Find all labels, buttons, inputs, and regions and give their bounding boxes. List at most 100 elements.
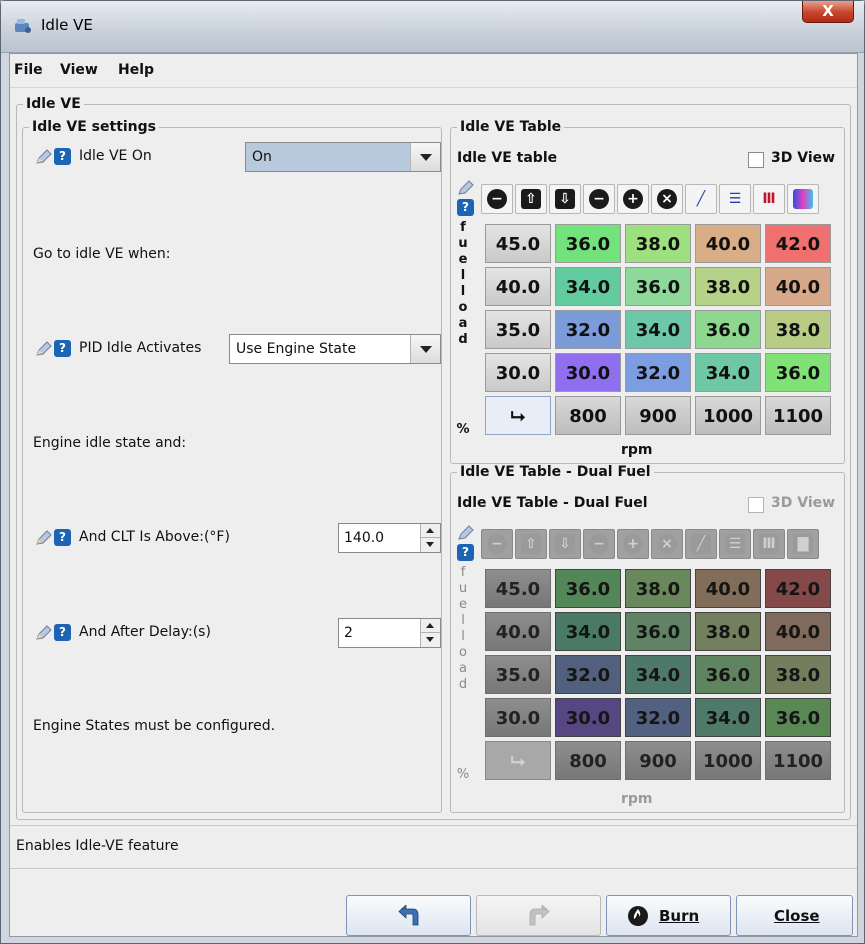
clt-value[interactable]: 140.0 bbox=[344, 530, 384, 546]
help-icon[interactable]: ? bbox=[457, 199, 474, 216]
spin-down-icon[interactable] bbox=[421, 538, 440, 552]
rows-icon[interactable]: ☰ bbox=[719, 184, 751, 214]
table-cell[interactable]: 32.0 bbox=[625, 353, 691, 392]
table-cell[interactable]: 40.0 bbox=[765, 612, 831, 651]
table2-3d-label[interactable]: 3D View bbox=[771, 495, 835, 511]
y-axis-cell[interactable]: 45.0 bbox=[485, 224, 551, 263]
gradient-icon[interactable]: ▇ bbox=[787, 529, 819, 559]
window-close-button[interactable]: X bbox=[802, 1, 854, 23]
burn-button[interactable]: Burn bbox=[606, 895, 731, 936]
shrink-icon[interactable]: − bbox=[481, 529, 513, 559]
table-cell[interactable]: 30.0 bbox=[555, 353, 621, 392]
table-cell[interactable]: 36.0 bbox=[625, 267, 691, 306]
spin-down-icon[interactable] bbox=[421, 633, 440, 647]
y-axis-cell[interactable]: 30.0 bbox=[485, 698, 551, 737]
multiply-icon[interactable]: × bbox=[651, 529, 683, 559]
table1-3d-checkbox[interactable] bbox=[748, 152, 764, 168]
x-axis-cell[interactable]: 900 bbox=[625, 741, 691, 780]
x-axis-cell[interactable]: 1100 bbox=[765, 396, 831, 435]
table-cell[interactable]: 38.0 bbox=[695, 612, 761, 651]
delay-spinner[interactable]: 2 bbox=[338, 618, 441, 648]
x-axis-cell[interactable]: 900 bbox=[625, 396, 691, 435]
title-bar[interactable]: Idle VE X bbox=[1, 1, 864, 53]
up-icon[interactable]: ⇧ bbox=[515, 184, 547, 214]
shrink-icon[interactable]: − bbox=[481, 184, 513, 214]
help-icon[interactable]: ? bbox=[54, 148, 71, 165]
table-cell[interactable]: 36.0 bbox=[625, 612, 691, 651]
table-cell[interactable]: 34.0 bbox=[555, 267, 621, 306]
pencil-icon[interactable] bbox=[35, 625, 53, 641]
axis-swap-icon[interactable]: ⮡ bbox=[485, 396, 551, 435]
table-cell[interactable]: 34.0 bbox=[555, 612, 621, 651]
delay-value[interactable]: 2 bbox=[344, 625, 353, 641]
table-cell[interactable]: 36.0 bbox=[765, 698, 831, 737]
spin-up-icon[interactable] bbox=[421, 524, 440, 538]
help-icon[interactable]: ? bbox=[54, 624, 71, 641]
minus-icon[interactable]: − bbox=[583, 529, 615, 559]
help-icon[interactable]: ? bbox=[457, 544, 474, 561]
table-cell[interactable]: 38.0 bbox=[625, 569, 691, 608]
table-cell[interactable]: 38.0 bbox=[765, 310, 831, 349]
pencil-icon[interactable] bbox=[457, 180, 475, 196]
pencil-icon[interactable] bbox=[35, 530, 53, 546]
close-button[interactable]: Close bbox=[736, 895, 853, 936]
y-axis-cell[interactable]: 30.0 bbox=[485, 353, 551, 392]
y-axis-cell[interactable]: 45.0 bbox=[485, 569, 551, 608]
table-cell[interactable]: 32.0 bbox=[555, 655, 621, 694]
clt-spinner[interactable]: 140.0 bbox=[338, 523, 441, 553]
plus-icon[interactable]: + bbox=[617, 529, 649, 559]
multiply-icon[interactable]: × bbox=[651, 184, 683, 214]
pencil-icon[interactable] bbox=[35, 149, 53, 165]
menu-help[interactable]: Help bbox=[118, 62, 154, 78]
undo-button[interactable] bbox=[346, 895, 471, 936]
x-axis-cell[interactable]: 800 bbox=[555, 741, 621, 780]
y-axis-cell[interactable]: 35.0 bbox=[485, 310, 551, 349]
table1-3d-label[interactable]: 3D View bbox=[771, 150, 835, 166]
menu-file[interactable]: File bbox=[14, 62, 43, 78]
chevron-down-icon[interactable] bbox=[410, 335, 440, 363]
table-cell[interactable]: 42.0 bbox=[765, 569, 831, 608]
pid-idle-select[interactable]: Use Engine State bbox=[229, 334, 441, 364]
table-cell[interactable]: 38.0 bbox=[695, 267, 761, 306]
down-icon[interactable]: ⇩ bbox=[549, 184, 581, 214]
pencil-line-icon[interactable]: ╱ bbox=[685, 529, 717, 559]
rows-icon[interactable]: ☰ bbox=[719, 529, 751, 559]
spin-up-icon[interactable] bbox=[421, 619, 440, 633]
table-cell[interactable]: 34.0 bbox=[625, 310, 691, 349]
y-axis-cell[interactable]: 40.0 bbox=[485, 612, 551, 651]
columns-icon[interactable]: Ⅲ bbox=[753, 529, 785, 559]
chevron-down-icon[interactable] bbox=[410, 143, 440, 171]
table-cell[interactable]: 36.0 bbox=[695, 310, 761, 349]
table-cell[interactable]: 38.0 bbox=[625, 224, 691, 263]
pencil-icon[interactable] bbox=[457, 525, 475, 541]
down-icon[interactable]: ⇩ bbox=[549, 529, 581, 559]
table-cell[interactable]: 42.0 bbox=[765, 224, 831, 263]
gradient-icon[interactable]: ▇ bbox=[787, 184, 819, 214]
table-cell[interactable]: 36.0 bbox=[765, 353, 831, 392]
y-axis-cell[interactable]: 35.0 bbox=[485, 655, 551, 694]
table-cell[interactable]: 32.0 bbox=[625, 698, 691, 737]
table-cell[interactable]: 36.0 bbox=[555, 224, 621, 263]
idle-ve-on-select[interactable]: On bbox=[245, 142, 441, 172]
x-axis-cell[interactable]: 1000 bbox=[695, 396, 761, 435]
menu-view[interactable]: View bbox=[60, 62, 98, 78]
table-cell[interactable]: 34.0 bbox=[625, 655, 691, 694]
table-cell[interactable]: 36.0 bbox=[695, 655, 761, 694]
table-cell[interactable]: 34.0 bbox=[695, 698, 761, 737]
table-cell[interactable]: 40.0 bbox=[695, 569, 761, 608]
table-cell[interactable]: 36.0 bbox=[555, 569, 621, 608]
redo-button[interactable] bbox=[476, 895, 601, 936]
minus-icon[interactable]: − bbox=[583, 184, 615, 214]
table-cell[interactable]: 38.0 bbox=[765, 655, 831, 694]
up-icon[interactable]: ⇧ bbox=[515, 529, 547, 559]
help-icon[interactable]: ? bbox=[54, 340, 71, 357]
pencil-icon[interactable] bbox=[35, 341, 53, 357]
x-axis-cell[interactable]: 1100 bbox=[765, 741, 831, 780]
columns-icon[interactable]: Ⅲ bbox=[753, 184, 785, 214]
x-axis-cell[interactable]: 1000 bbox=[695, 741, 761, 780]
table-cell[interactable]: 40.0 bbox=[765, 267, 831, 306]
table-cell[interactable]: 40.0 bbox=[695, 224, 761, 263]
help-icon[interactable]: ? bbox=[54, 529, 71, 546]
table-cell[interactable]: 30.0 bbox=[555, 698, 621, 737]
table2-3d-checkbox[interactable] bbox=[748, 497, 764, 513]
